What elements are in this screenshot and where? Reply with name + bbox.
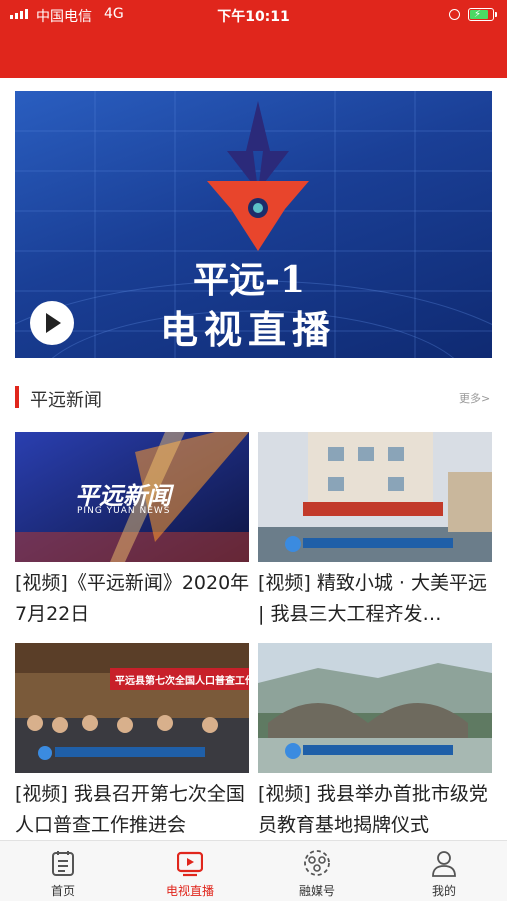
play-icon[interactable] (30, 301, 74, 345)
news-thumbnail[interactable] (258, 432, 492, 562)
thumb-caption: 平远县第七次全国人口普查工作推进会 (115, 676, 249, 687)
station-logo (207, 101, 309, 251)
section-accent-bar (15, 386, 19, 408)
news-title[interactable]: [视频]《平远新闻》2020年7月22日 (15, 568, 255, 630)
more-link[interactable]: 更多> (459, 390, 490, 406)
status-row: 中国电信 4G 下午10:11 ⚡ (0, 4, 507, 26)
live-tv-banner[interactable]: 平远-1 电视直播 (15, 91, 492, 358)
tab-tv-live[interactable]: 电视直播 (127, 841, 253, 901)
news-title[interactable]: [视频] 我县召开第七次全国人口普查工作推进会 (15, 779, 255, 841)
news-title[interactable]: [视频] 我县举办首批市级党员教育基地揭牌仪式 (258, 779, 498, 841)
status-time: 下午10:11 (217, 9, 290, 25)
tab-media-account[interactable]: 融媒号 (254, 841, 380, 901)
news-thumbnail[interactable]: 平远县第七次全国人口普查工作推进会 (15, 643, 249, 773)
charging-icon: ⚡ (474, 9, 482, 20)
news-thumbnail[interactable] (258, 643, 492, 773)
tab-profile[interactable]: 我的 (381, 841, 507, 901)
tab-label: 电视直播 (165, 884, 214, 898)
banner-subtitle: 电视直播 (160, 307, 337, 352)
news-title[interactable]: [视频] 精致小城 · 大美平远 | 我县三大工程齐发… (258, 568, 498, 630)
banner-channel-name: 平远-1 (193, 259, 305, 301)
profile-icon (432, 851, 456, 877)
bottom-tab-bar: 首页 电视直播 融媒号 我的 (0, 840, 507, 901)
media-account-icon (304, 850, 330, 876)
header-bar: 中国电信 4G 下午10:11 ⚡ (0, 0, 507, 78)
tab-home[interactable]: 首页 (0, 841, 126, 901)
home-list-icon (52, 851, 74, 876)
battery-cap (495, 12, 497, 17)
tab-label: 我的 (431, 884, 456, 898)
orientation-lock-icon (449, 9, 460, 20)
news-thumbnail[interactable]: 平远新闻 PING YUAN NEWS (15, 432, 249, 562)
tv-live-icon (177, 851, 203, 877)
tab-label: 融媒号 (298, 884, 335, 898)
thumb-subcaption: PING YUAN NEWS (77, 506, 171, 516)
section-title: 平远新闻 (30, 390, 102, 411)
tab-label: 首页 (50, 884, 75, 898)
